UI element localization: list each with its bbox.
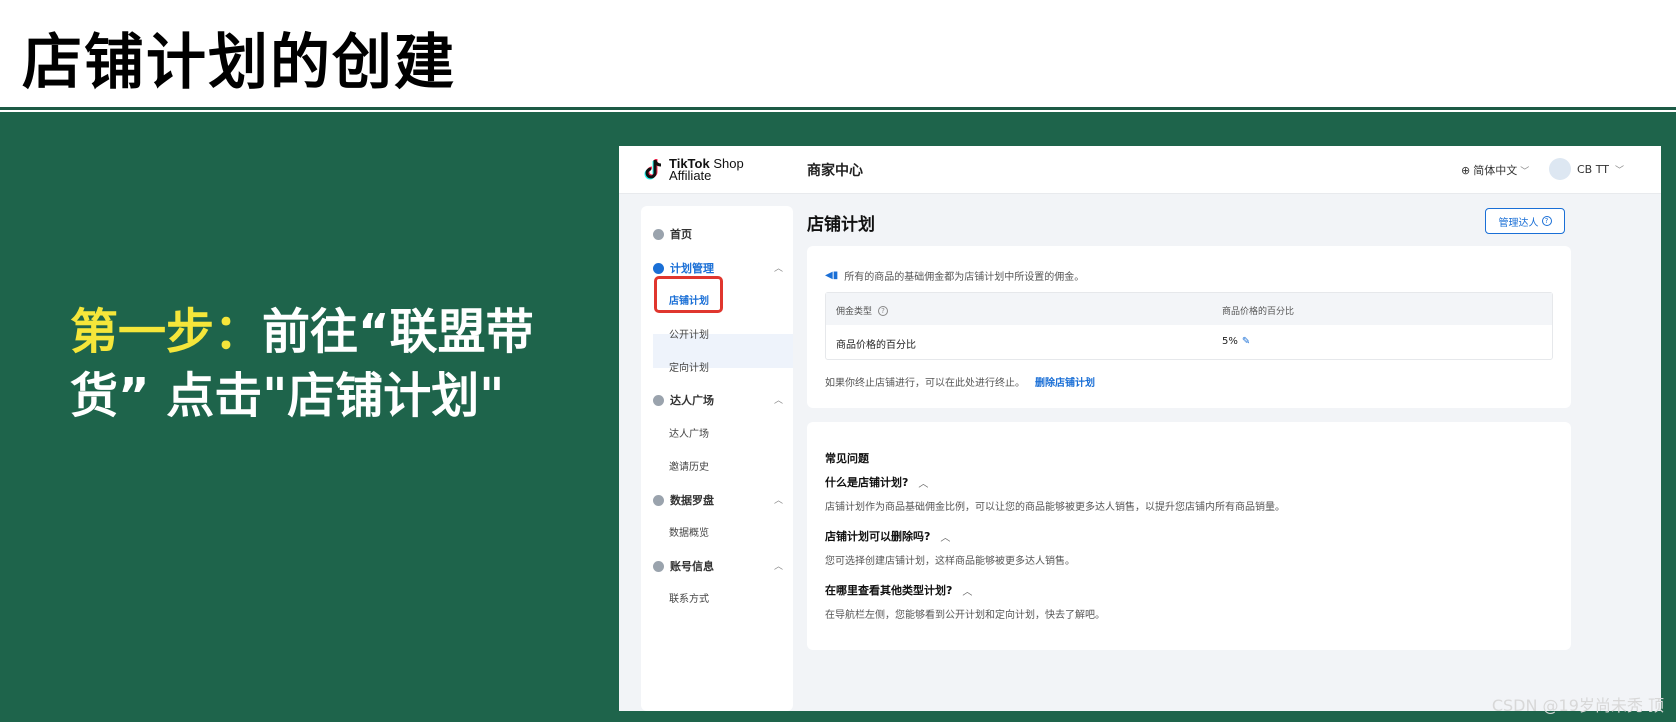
sidebar-item-data-compass[interactable]: 数据罗盘 — [653, 492, 714, 508]
account-icon — [653, 560, 664, 572]
sidebar-item-plan-management[interactable]: 计划管理 — [653, 260, 781, 276]
step-prefix: 第一步： — [70, 304, 263, 360]
delete-shop-plan-link[interactable]: 删除店铺计划 — [1035, 374, 1095, 389]
step-instruction: 第一步：前往“联盟带货” 点击"店铺计划" — [70, 300, 540, 428]
sidebar-item-creator-marketplace-sub[interactable]: 达人广场 — [669, 425, 709, 440]
edit-icon[interactable]: ✎ — [1242, 336, 1250, 347]
chevron-up-icon[interactable]: ︿ — [774, 559, 783, 572]
search-icon — [653, 394, 664, 406]
faq-answer: 您可选择创建店铺计划，这样商品能够被更多达人销售。 — [825, 556, 1075, 567]
app-header: TikTok Shop Affiliate 商家中心 ⊕ 简体中文 ﹀ CB T… — [619, 146, 1661, 194]
faq-answer: 店铺计划作为商品基础佣金比例，可以让您的商品能够被更多达人销售，以提升您店铺内所… — [825, 502, 1285, 513]
watermark: CSDN @19岁尚未秃 顶 — [1491, 696, 1664, 715]
chevron-up-icon: ︿ — [918, 478, 929, 490]
faq-title: 常见问题 — [825, 452, 869, 465]
chevron-down-icon: ﹀ — [1614, 165, 1624, 176]
chevron-down-icon: ﹀ — [1520, 166, 1530, 177]
slide-title: 店铺计划的创建 — [22, 28, 456, 98]
faq-card: 常见问题 什么是店铺计划? ︿ 店铺计划作为商品基础佣金比例，可以让您的商品能够被… — [807, 422, 1571, 650]
end-plan-note: 如果你终止店铺进行，可以在此处进行终止。 删除店铺计划 — [825, 374, 1095, 389]
logo-shop-text: Shop — [713, 156, 744, 171]
commission-table: 佣金类型? 商品价格的百分比 商品价格的百分比 5% ✎ — [825, 292, 1553, 360]
faq-question[interactable]: 店铺计划可以删除吗? ︿ — [825, 528, 950, 544]
app-screenshot: TikTok Shop Affiliate 商家中心 ⊕ 简体中文 ﹀ CB T… — [619, 146, 1661, 711]
sidebar-item-invitation-history[interactable]: 邀请历史 — [669, 458, 709, 473]
faq-question[interactable]: 在哪里查看其他类型计划? ︿ — [825, 582, 972, 598]
chevron-up-icon: ︿ — [962, 586, 973, 598]
sidebar-item-data-overview[interactable]: 数据概览 — [669, 524, 709, 539]
megaphone-icon: ◀▮ — [825, 270, 839, 281]
chevron-up-icon: ︿ — [940, 532, 951, 544]
chevron-up-icon[interactable]: ︿ — [774, 261, 783, 274]
page-title: 店铺计划 — [807, 215, 875, 235]
commission-notice: ◀▮ 所有的商品的基础佣金都为店铺计划中所设置的佣金。 — [825, 270, 1085, 283]
chevron-up-icon[interactable]: ︿ — [774, 393, 783, 406]
table-row: 商品价格的百分比 5% ✎ — [826, 325, 1552, 359]
sidebar-item-targeted-plan[interactable]: 定向计划 — [669, 359, 709, 374]
sidebar-item-home[interactable]: 首页 — [653, 226, 692, 242]
sidebar-item-account-info[interactable]: 账号信息 — [653, 558, 714, 574]
cell-commission-type: 商品价格的百分比 — [836, 340, 916, 351]
slide-title-bar: 店铺计划的创建 — [0, 0, 1676, 110]
sidebar-item-creator-marketplace[interactable]: 达人广场 — [653, 392, 714, 408]
language-selector[interactable]: ⊕ 简体中文 ﹀ — [1461, 162, 1529, 178]
avatar — [1549, 158, 1571, 180]
help-icon[interactable]: ? — [878, 305, 889, 316]
tiktok-shop-logo[interactable]: TikTok Shop Affiliate — [643, 156, 744, 183]
user-menu[interactable]: CB TT ﹀ — [1549, 158, 1624, 180]
merchant-center-title: 商家中心 — [807, 163, 863, 179]
sidebar-item-open-plan[interactable]: 公开计划 — [669, 326, 709, 341]
header-price-percentage: 商品价格的百分比 — [1222, 307, 1295, 317]
faq-question[interactable]: 什么是店铺计划? ︿ — [825, 474, 928, 490]
highlight-box — [654, 276, 723, 313]
language-label: 简体中文 — [1473, 164, 1518, 177]
header-commission-type: 佣金类型 — [836, 307, 873, 317]
tiktok-logo-icon — [643, 158, 665, 182]
table-header: 佣金类型? 商品价格的百分比 — [826, 293, 1552, 325]
compass-icon — [653, 494, 664, 506]
help-icon: ? — [1541, 216, 1552, 226]
logo-affiliate-text: Affiliate — [669, 168, 712, 183]
sidebar-item-contact[interactable]: 联系方式 — [669, 590, 709, 605]
chevron-up-icon[interactable]: ︿ — [774, 493, 783, 506]
cell-commission-rate: 5% — [1222, 336, 1238, 347]
user-name: CB TT — [1577, 162, 1609, 176]
shop-plan-card: ◀▮ 所有的商品的基础佣金都为店铺计划中所设置的佣金。 佣金类型? 商品价格的百… — [807, 246, 1571, 408]
globe-icon: ⊕ — [1461, 163, 1471, 177]
plan-icon — [653, 262, 664, 274]
faq-answer: 在导航栏左侧，您能够看到公开计划和定向计划，快去了解吧。 — [825, 610, 1105, 621]
manage-creators-button[interactable]: 管理达人 ? — [1485, 208, 1565, 234]
home-icon — [653, 228, 664, 240]
